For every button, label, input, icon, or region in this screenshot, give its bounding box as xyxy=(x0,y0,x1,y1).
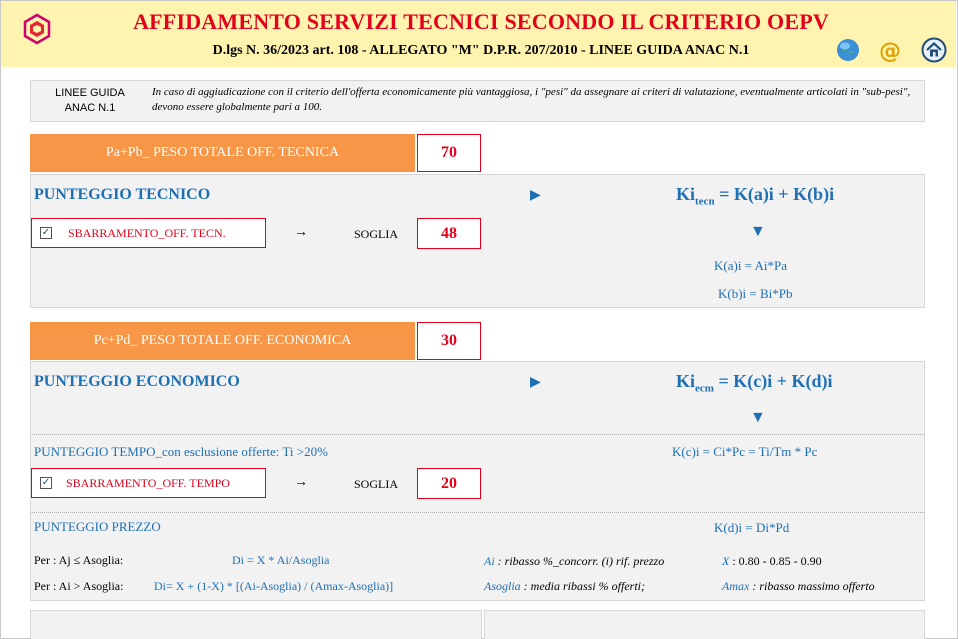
formula-ka: K(a)i = Ai*Pa xyxy=(714,258,788,273)
def-x: X : 0.80 - 0.85 - 0.90 xyxy=(722,554,822,568)
punteggio-economico-title: PUNTEGGIO ECONOMICO xyxy=(34,373,240,390)
peso-tecnica-bar: Pa+Pb_ PESO TOTALE OFF. TECNICA xyxy=(30,134,415,172)
condition-row1: Per : Aj ≤ Asoglia: xyxy=(34,553,124,567)
note-label: LINEE GUIDA ANAC N.1 xyxy=(30,82,150,120)
def-ai: Ai : ribasso %_concorr. (i) rif. prezzo xyxy=(484,554,665,568)
arrow-right-icon: ▶ xyxy=(530,188,541,203)
peso-economica-value[interactable]: 30 xyxy=(417,322,481,360)
sbarramento-tecn-control[interactable]: ✓ SBARRAMENTO_OFF. TECN. xyxy=(31,218,266,248)
divider xyxy=(30,512,925,513)
arrow-right-icon: ▶ xyxy=(530,375,541,390)
punteggio-tecnico-title: PUNTEGGIO TECNICO xyxy=(34,186,211,203)
formula-di-row1: Di = X * Ai/Asoglia xyxy=(232,553,330,567)
formula-kd: K(d)i = Di*Pd xyxy=(714,520,790,535)
soglia-tempo-label: SOGLIA xyxy=(354,477,398,491)
formula-ki-ecm: Kiecm = K(c)i + K(d)i xyxy=(676,371,833,395)
bottom-box-right xyxy=(484,610,925,639)
soglia-tecn-label: SOGLIA xyxy=(354,227,398,241)
note-label-line1: LINEE GUIDA xyxy=(55,87,125,99)
soglia-tecn-value[interactable]: 48 xyxy=(417,218,481,249)
sbarramento-tecn-label: SBARRAMENTO_OFF. TECN. xyxy=(68,226,226,240)
arrow-to-icon: → xyxy=(294,225,308,240)
formula-kc: K(c)i = Ci*Pc = Ti/Tm * Pc xyxy=(672,444,818,459)
def-asoglia: Asoglia : media ribassi % offerti; xyxy=(484,579,645,593)
arrow-down-icon: ▼ xyxy=(750,223,766,240)
formula-kb: K(b)i = Bi*Pb xyxy=(718,286,793,301)
sbarramento-tempo-label: SBARRAMENTO_OFF. TEMPO xyxy=(66,476,230,490)
soglia-tempo-value[interactable]: 20 xyxy=(417,468,481,499)
home-icon[interactable] xyxy=(921,37,947,63)
bottom-box-left xyxy=(30,610,482,639)
condition-row2: Per : Ai > Asoglia: xyxy=(34,579,124,593)
peso-economica-bar: Pc+Pd_ PESO TOTALE OFF. ECONOMICA xyxy=(30,322,415,360)
arrow-down-icon: ▼ xyxy=(750,409,766,426)
arrow-to-icon: → xyxy=(294,475,308,490)
punteggio-prezzo-title: PUNTEGGIO PREZZO xyxy=(34,519,161,534)
sbarramento-tempo-control[interactable]: ✓ SBARRAMENTO_OFF. TEMPO xyxy=(31,468,266,498)
formula-ki-tecn: Kitecn = K(a)i + K(b)i xyxy=(676,184,835,208)
svg-text:@: @ xyxy=(879,39,901,63)
page-title: AFFIDAMENTO SERVIZI TECNICI SECONDO IL C… xyxy=(133,9,829,34)
sbarramento-tecn-checkbox[interactable]: ✓ xyxy=(40,227,52,239)
peso-tecnica-value[interactable]: 70 xyxy=(417,134,481,172)
email-icon[interactable]: @ xyxy=(877,37,903,64)
divider xyxy=(30,434,925,435)
punteggio-tempo-title: PUNTEGGIO TEMPO_con esclusione offerte: … xyxy=(34,444,328,459)
logo xyxy=(19,13,55,49)
globe-icon[interactable] xyxy=(835,37,861,63)
formula-di-row2: Di= X + (1-X) * [(Ai-Asoglia) / (Amax-As… xyxy=(154,579,394,593)
def-amax: Amax : ribasso massimo offerto xyxy=(722,579,875,593)
note-label-line2: ANAC N.1 xyxy=(64,102,116,114)
sbarramento-tempo-checkbox[interactable]: ✓ xyxy=(40,477,52,489)
page-subtitle: D.lgs N. 36/2023 art. 108 - ALLEGATO "M"… xyxy=(212,43,750,58)
header: AFFIDAMENTO SERVIZI TECNICI SECONDO IL C… xyxy=(1,1,956,67)
note-text: In caso di aggiudicazione con il criteri… xyxy=(152,86,911,113)
